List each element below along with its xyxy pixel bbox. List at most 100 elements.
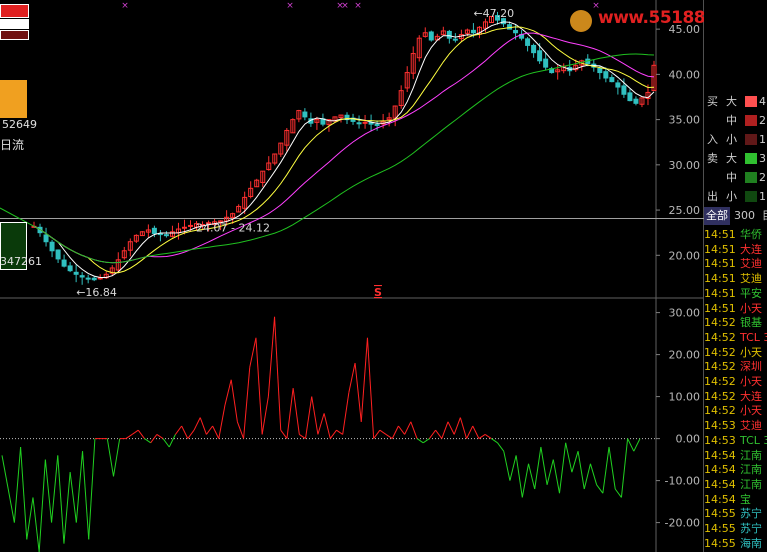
osc-segment xyxy=(410,421,418,439)
trade-row[interactable]: 14:52 小天 xyxy=(704,345,767,360)
osc-segment xyxy=(311,396,319,435)
osc-segment xyxy=(156,433,164,440)
bigbill-color-swatch xyxy=(745,96,757,107)
osc-segment xyxy=(453,417,461,435)
trade-row[interactable]: 14:52 小天 xyxy=(704,374,767,389)
trade-row[interactable]: 14:51 大连 xyxy=(704,242,767,257)
bigbill-count: 3 xyxy=(759,152,766,165)
osc-segment xyxy=(354,362,362,422)
osc-segment xyxy=(373,429,381,439)
trade-time: 14:51 xyxy=(704,242,736,256)
osc-segment xyxy=(323,413,331,439)
bigbill-row: 中2 xyxy=(704,169,767,186)
osc-segment xyxy=(125,433,133,440)
price-axis: 45.0040.0035.0030.0025.0020.0030.0020.00… xyxy=(656,23,701,530)
osc-segment xyxy=(131,429,139,435)
osc-segment xyxy=(577,451,585,490)
top-left-indicator[interactable] xyxy=(0,4,29,40)
osc-segment xyxy=(305,396,313,439)
osc-segment xyxy=(1,455,9,490)
osc-segment xyxy=(620,438,629,498)
ma5-line xyxy=(33,21,655,278)
trade-stock-name: 海南 xyxy=(740,536,762,550)
trade-row[interactable]: 14:53 艾迪 xyxy=(704,418,767,433)
trade-row[interactable]: 14:51 华侨 xyxy=(704,227,767,242)
candle-body xyxy=(537,50,543,62)
osc-segment xyxy=(82,451,90,540)
osc-tick-label: -10.00 xyxy=(665,475,700,488)
trade-row[interactable]: 14:54 江南 xyxy=(704,448,767,463)
osc-segment xyxy=(478,433,486,440)
trade-row[interactable]: 14:54 江南 xyxy=(704,477,767,492)
trade-time: 14:55 xyxy=(704,522,736,535)
trade-row[interactable]: 14:52 TCL 3 xyxy=(704,330,767,345)
candle-body xyxy=(302,111,308,118)
osc-segment xyxy=(509,455,517,481)
trade-row[interactable]: 14:55 苏宁 xyxy=(704,506,767,521)
trade-row[interactable]: 14:51 小天 xyxy=(704,301,767,316)
fund-flow-value-top: 52649 xyxy=(2,118,37,131)
trade-row[interactable]: 14:54 江南 xyxy=(704,462,767,477)
annotations: ←16.84←47.2024.07 - 24.12S× × ×× × × xyxy=(76,1,600,299)
trade-row[interactable]: 14:52 深圳 xyxy=(704,359,767,374)
bigbill-size-label: 小 xyxy=(726,190,737,203)
trade-row[interactable]: 14:51 艾迪 xyxy=(704,256,767,271)
trade-tab[interactable]: 全部 xyxy=(704,207,730,225)
price-panel xyxy=(0,11,704,285)
trade-row[interactable]: 14:54 宝 xyxy=(704,492,767,507)
osc-segment xyxy=(292,388,300,435)
osc-segment xyxy=(385,433,393,440)
osc-segment xyxy=(162,438,170,448)
candle-body xyxy=(73,271,79,275)
osc-segment xyxy=(57,455,65,544)
trade-stock-name: 小天 xyxy=(740,375,762,388)
price-tick-label: 20.00 xyxy=(669,249,701,262)
trade-tab[interactable]: 300 xyxy=(732,207,757,225)
bigbill-side-label: 入 xyxy=(707,133,718,146)
trade-row[interactable]: 14:52 大连 xyxy=(704,389,767,404)
osc-segment xyxy=(441,421,449,439)
price-tick-label: 35.00 xyxy=(669,114,701,127)
trade-row[interactable]: 14:53 TCL 3 xyxy=(704,433,767,448)
trade-list[interactable]: 14:51 华侨 14:51 大连 14:51 艾迪 14:51 艾迪 14:51 平安 14:51… xyxy=(704,227,767,552)
bigbill-count: 2 xyxy=(759,114,766,127)
candle-body xyxy=(91,277,97,281)
trade-row[interactable]: 14:55 苏宁 xyxy=(704,521,767,536)
osc-segment xyxy=(521,463,529,498)
osc-segment xyxy=(32,497,40,552)
trade-row[interactable]: 14:52 小天 xyxy=(704,403,767,418)
trade-row[interactable]: 14:51 平安 xyxy=(704,286,767,301)
trade-time: 14:51 xyxy=(704,272,736,286)
osc-segment xyxy=(144,438,151,444)
osc-segment xyxy=(459,417,468,439)
candle-body xyxy=(374,123,380,126)
right-panel: 买大4中2入小1卖大3中2出小1 全部300目 14:51华侨14:51大连14… xyxy=(704,0,767,552)
candle-body xyxy=(627,92,633,102)
kline-chart[interactable]: 45.0040.0035.0030.0025.0020.0030.0020.00… xyxy=(0,0,767,552)
osc-segment xyxy=(329,429,337,439)
candle-body xyxy=(67,265,73,272)
bigbill-size-label: 大 xyxy=(726,152,737,165)
osc-segment xyxy=(348,362,356,393)
trade-row[interactable]: 14:55 海南 xyxy=(704,536,767,551)
osc-segment xyxy=(286,388,294,439)
trade-stock-name: 平安 xyxy=(740,286,762,300)
osc-tick-label: 10.00 xyxy=(669,391,701,404)
trade-time: 14:52 xyxy=(704,330,736,344)
trade-stock-name: 深圳 xyxy=(740,360,762,374)
trade-tab[interactable]: 目 xyxy=(760,207,767,225)
candle-body xyxy=(163,234,169,237)
candle-body xyxy=(543,58,549,68)
osc-segment xyxy=(88,438,96,540)
price-tick-label: 30.00 xyxy=(669,159,701,172)
trade-row[interactable]: 14:52 银基 xyxy=(704,315,767,330)
trade-row[interactable]: 14:51 艾迪 xyxy=(704,271,767,286)
bigbill-color-swatch xyxy=(745,115,757,126)
candle-body xyxy=(446,30,452,39)
candle-body xyxy=(85,277,91,280)
trade-time: 14:52 xyxy=(704,360,736,374)
candle-body xyxy=(470,29,476,34)
osc-segment xyxy=(236,421,245,439)
osc-segment xyxy=(7,488,15,523)
bigbill-color-swatch xyxy=(745,191,757,202)
